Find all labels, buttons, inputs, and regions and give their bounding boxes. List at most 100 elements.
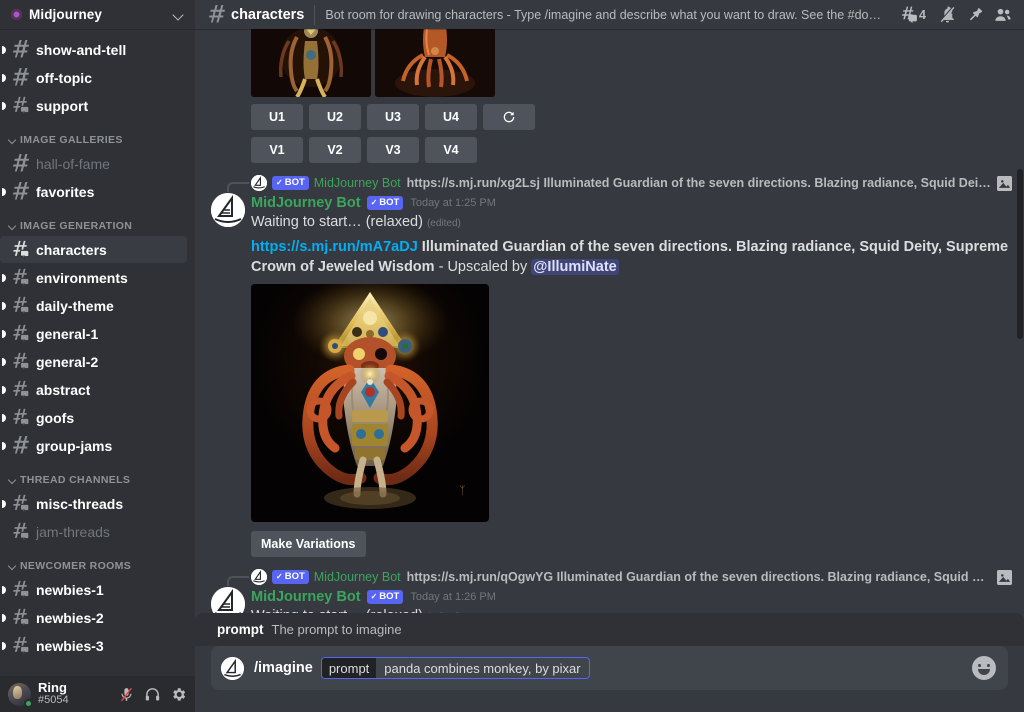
upscale-button-u4[interactable]: U4 (425, 104, 477, 130)
reply-spine (227, 182, 249, 192)
upscaled-image[interactable]: ᛉ (251, 284, 489, 522)
sidebar-item-label: abstract (36, 382, 90, 398)
emoji-icon[interactable] (972, 656, 996, 680)
sidebar-item-group-jams[interactable]: group-jams (0, 432, 187, 459)
sidebar-item-environments[interactable]: environments (0, 264, 187, 291)
check-icon: ✓ (371, 590, 378, 604)
bot-badge: ✓BOT (272, 570, 309, 584)
channel-header: characters Bot room for drawing characte… (195, 0, 1024, 29)
header-divider (314, 5, 315, 25)
sidebar-item-label: environments (36, 270, 128, 286)
check-icon: ✓ (371, 196, 378, 210)
sidebar-item-general-1[interactable]: general-1 (0, 320, 187, 347)
avatar[interactable] (8, 683, 31, 706)
notifications-off-icon[interactable] (934, 3, 960, 27)
chevron-down-icon (8, 222, 17, 231)
avatar (251, 175, 267, 191)
mute-microphone-button[interactable] (113, 681, 139, 707)
sidebar-item-newbies-2[interactable]: newbies-2 (0, 604, 187, 631)
upscale-button-u1[interactable]: U1 (251, 104, 303, 130)
sidebar-item-goofs[interactable]: goofs (0, 404, 187, 431)
sidebar-item-daily-theme[interactable]: daily-theme (0, 292, 187, 319)
threads-icon[interactable] (895, 3, 921, 27)
chevron-down-icon[interactable] (173, 9, 185, 21)
sidebar-item-off-topic[interactable]: off-topic (0, 64, 187, 91)
user-meta[interactable]: Ring #5054 (38, 681, 113, 706)
prompt-input[interactable]: panda combines monkey, by pixar (376, 658, 588, 678)
sidebar-item-general-2[interactable]: general-2 (0, 348, 187, 375)
message-header: MidJourney Bot ✓BOT Today at 1:25 PM (251, 193, 1012, 213)
user-discriminator: #5054 (38, 695, 113, 707)
upscale-button-u2[interactable]: U2 (309, 104, 361, 130)
slash-command-label: /imagine (254, 660, 313, 676)
variation-button-v2[interactable]: V2 (309, 137, 361, 163)
sidebar-item-misc-threads[interactable]: misc-threads (0, 490, 187, 517)
sidebar-item-favorites[interactable]: favorites (0, 178, 187, 205)
reply-author: MidJourney Bot (314, 176, 401, 190)
server-header[interactable]: Midjourney (0, 0, 195, 29)
category-label: IMAGE GENERATION (20, 220, 132, 232)
status-indicator-online (24, 699, 33, 708)
sidebar-item-label: newbies-2 (36, 610, 104, 626)
gear-icon[interactable] (165, 681, 191, 707)
sidebar-item-abstract[interactable]: abstract (0, 376, 187, 403)
upscale-button-u3[interactable]: U3 (367, 104, 419, 130)
hash-icon (10, 182, 30, 202)
reply-text: https://s.mj.run/xg2Lsj Illuminated Guar… (407, 176, 991, 190)
category-visual-dictionaries[interactable]: VISUAL DICTIONARIES (0, 660, 195, 676)
message-list[interactable]: U1 U2 U3 U4 V1 V2 V3 V4 (195, 29, 1024, 613)
category-newcomer-rooms[interactable]: NEWCOMER ROOMS (0, 546, 195, 575)
channel-topic[interactable]: Bot room for drawing characters - Type /… (325, 8, 887, 22)
reply-reference[interactable]: ✓BOT MidJourney Bot https://s.mj.run/xg2… (195, 174, 1012, 192)
grid-thumbnail[interactable] (251, 29, 371, 97)
message-group: ✓BOT MidJourney Bot https://s.mj.run/qOg… (195, 568, 1024, 613)
hash-thread-icon (10, 608, 30, 628)
category-thread-channels[interactable]: THREAD CHANNELS (0, 460, 195, 489)
message-author[interactable]: MidJourney Bot (251, 195, 361, 211)
sidebar-item-characters[interactable]: characters (0, 236, 187, 263)
message-scrollbar[interactable] (1017, 169, 1023, 339)
category-image-galleries[interactable]: IMAGE GALLERIES (0, 120, 195, 149)
unread-indicator (2, 188, 6, 196)
prompt-link[interactable]: https://s.mj.run/mA7aDJ (251, 239, 418, 255)
sidebar-item-jam-threads[interactable]: jam-threads (0, 518, 187, 545)
reroll-icon[interactable] (483, 104, 535, 130)
channel-sidebar: Midjourney show-and-telloff-topicsupport… (0, 0, 195, 712)
artwork-thumb-2 (375, 29, 495, 97)
variation-button-v4[interactable]: V4 (425, 137, 477, 163)
avatar[interactable] (211, 193, 245, 227)
message-input-bar[interactable]: /imagine prompt panda combines monkey, b… (211, 646, 1008, 690)
grid-thumbnail[interactable] (375, 29, 495, 97)
avatar[interactable] (211, 587, 245, 613)
unread-indicator (2, 500, 6, 508)
make-variations-button[interactable]: Make Variations (251, 531, 366, 557)
variation-button-v3[interactable]: V3 (367, 137, 419, 163)
hash-thread-icon (10, 580, 30, 600)
avatar[interactable] (221, 657, 244, 680)
category-label: IMAGE GALLERIES (20, 134, 123, 146)
slash-hint-description: The prompt to imagine (272, 622, 402, 637)
sidebar-item-label: newbies-3 (36, 638, 104, 654)
reply-spine (227, 576, 249, 586)
check-icon: ✓ (276, 176, 283, 190)
member-list-icon[interactable] (990, 3, 1016, 27)
category-image-generation[interactable]: IMAGE GENERATION (0, 206, 195, 235)
hash-icon (206, 5, 231, 25)
user-mention[interactable]: @IllumiNate (531, 259, 618, 275)
prompt-parameter-pill[interactable]: prompt panda combines monkey, by pixar (321, 657, 590, 679)
reply-reference[interactable]: ✓BOT MidJourney Bot https://s.mj.run/qOg… (195, 568, 1012, 586)
sidebar-item-hall-of-fame[interactable]: hall-of-fame (0, 150, 187, 177)
sidebar-item-newbies-3[interactable]: newbies-3 (0, 632, 187, 659)
pinned-messages-icon[interactable] (962, 3, 988, 27)
sidebar-item-label: daily-theme (36, 298, 114, 314)
edited-label: (edited) (427, 612, 461, 613)
channel-list[interactable]: show-and-telloff-topicsupport IMAGE GALLE… (0, 29, 195, 676)
deafen-button[interactable] (139, 681, 165, 707)
sidebar-item-support[interactable]: support (0, 92, 187, 119)
message-author[interactable]: MidJourney Bot (251, 589, 361, 605)
server-icon (11, 9, 22, 20)
sidebar-item-show-and-tell[interactable]: show-and-tell (0, 36, 187, 63)
hash-thread-icon (10, 352, 30, 372)
sidebar-item-newbies-1[interactable]: newbies-1 (0, 576, 187, 603)
variation-button-v1[interactable]: V1 (251, 137, 303, 163)
